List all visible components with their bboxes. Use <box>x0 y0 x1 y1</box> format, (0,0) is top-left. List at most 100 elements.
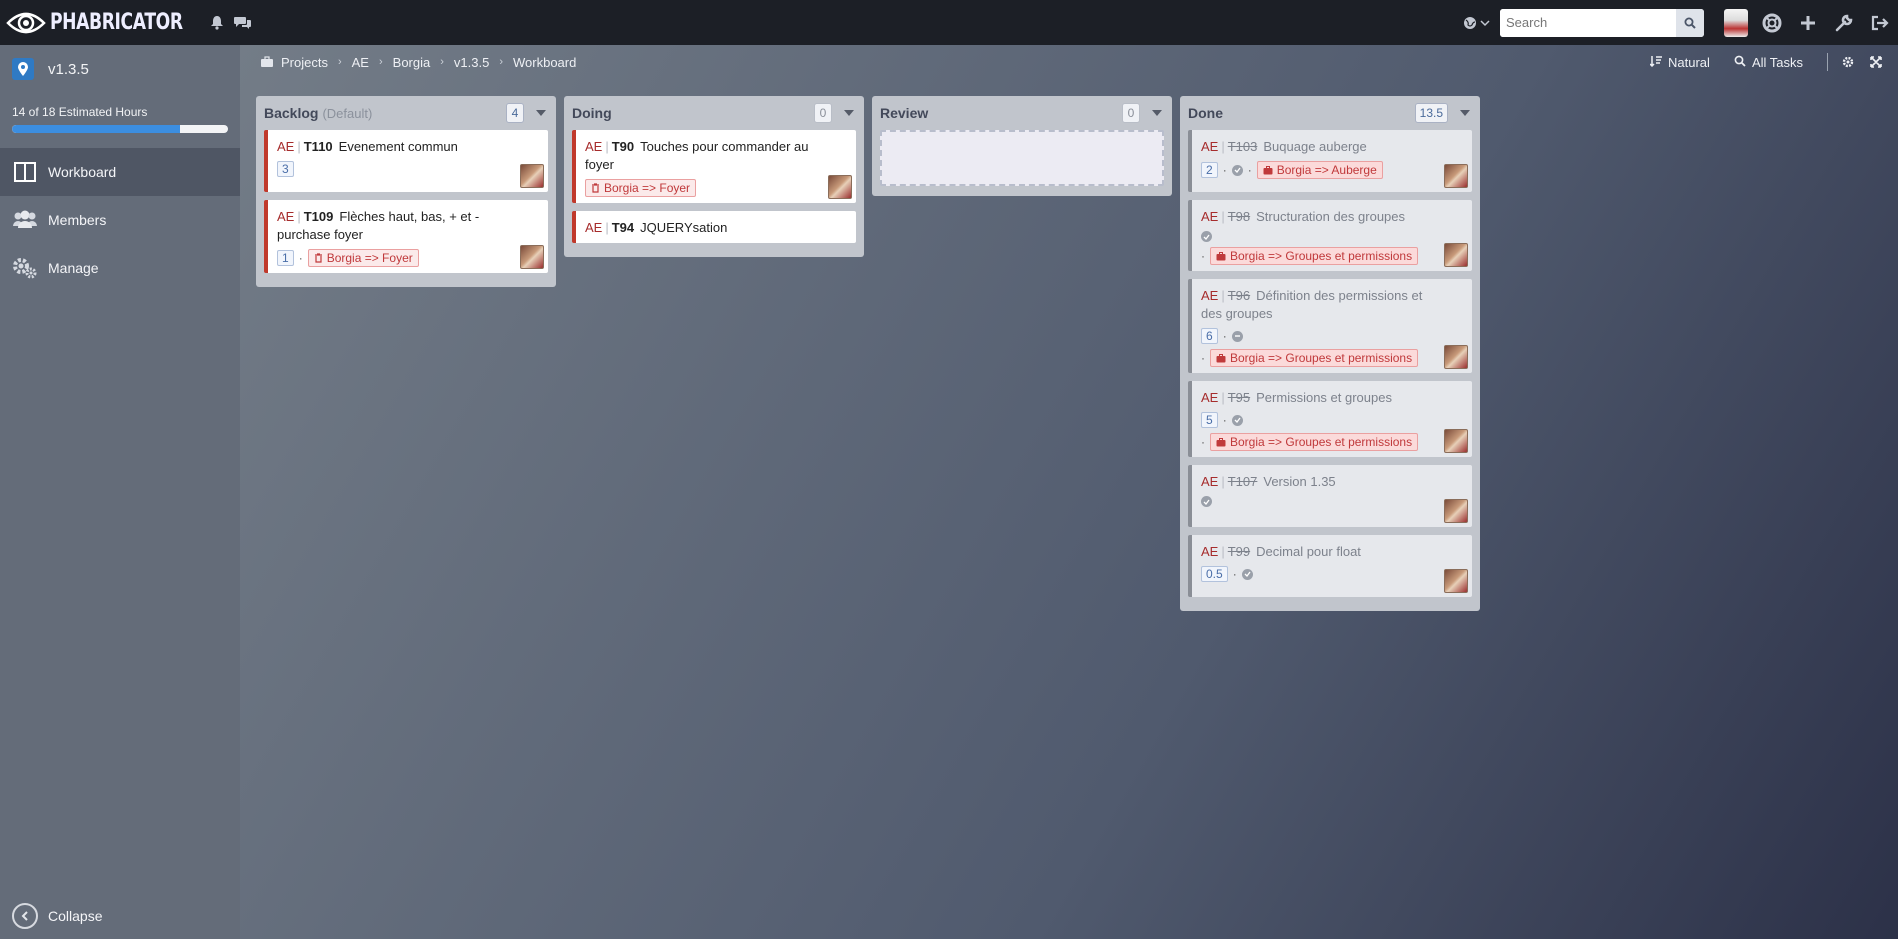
card-project-tag-badge[interactable]: Borgia => Auberge <box>1256 161 1383 179</box>
card-project-label: Borgia => Foyer <box>326 251 413 265</box>
card-task-id: T96 <box>1227 288 1251 303</box>
column-title: Doing <box>572 105 612 121</box>
column-header[interactable]: Backlog (Default) 4 <box>256 96 556 130</box>
task-card-t110[interactable]: AE | T110 Evenement commun 3 <box>264 130 548 192</box>
column-menu-caret-icon[interactable] <box>536 110 546 116</box>
fullscreen-expand-icon[interactable] <box>1870 56 1882 68</box>
breadcrumb-projects[interactable]: Projects <box>260 55 328 70</box>
collapse-label: Collapse <box>48 908 103 924</box>
resolved-check-icon <box>1231 164 1243 176</box>
card-project-label: Borgia => Groupes et permissions <box>1230 249 1413 263</box>
breadcrumb-label: Projects <box>281 54 328 70</box>
task-card-t98[interactable]: AE | T98 Structuration des groupes · Borgia … <box>1188 200 1472 271</box>
logout-icon[interactable] <box>1862 0 1898 45</box>
search-button[interactable] <box>1676 8 1704 37</box>
column-header[interactable]: Done 13.5 <box>1180 96 1480 130</box>
search-icon <box>1734 55 1746 70</box>
card-points: 3 <box>277 161 294 177</box>
column-menu-caret-icon[interactable] <box>1460 110 1470 116</box>
card-project-tag-badge[interactable]: Borgia => Groupes et permissions <box>1210 349 1419 367</box>
empty-drop-zone[interactable] <box>880 130 1164 186</box>
resolved-check-icon <box>1201 231 1212 242</box>
column-title: Review <box>880 105 929 121</box>
assignee-avatar <box>828 175 852 199</box>
home-logo[interactable]: PHABRICATOR <box>6 0 220 45</box>
collapse-sidebar-button[interactable]: Collapse <box>12 903 102 929</box>
gear-icon[interactable] <box>1842 56 1854 68</box>
sidebar-item-label: Manage <box>48 260 99 276</box>
trash-icon <box>314 253 323 263</box>
sidebar: v1.3.5 14 of 18 Estimated Hours Workboar… <box>0 45 240 939</box>
help-lifebuoy-icon[interactable] <box>1754 0 1790 45</box>
sidebar-item-label: Workboard <box>48 164 117 180</box>
card-project-tag: AE <box>1201 544 1219 559</box>
column-menu-caret-icon[interactable] <box>844 110 854 116</box>
briefcase-icon <box>1216 251 1226 261</box>
briefcase-icon <box>1216 437 1226 447</box>
column-menu-caret-icon[interactable] <box>1152 110 1162 116</box>
card-title: Permissions et groupes <box>1256 390 1392 405</box>
column-points-count: 0 <box>1122 103 1140 123</box>
breadcrumb-ae[interactable]: AE <box>352 55 369 70</box>
briefcase-icon <box>1216 353 1226 363</box>
task-card-t99[interactable]: AE | T99 Decimal pour float 0.5 · <box>1188 535 1472 597</box>
task-card-t96[interactable]: AE | T96 Définition des permissions et des … <box>1188 279 1472 373</box>
column-done: Done 13.5 AE | T103 Buquage auberge 2 · · Borg… <box>1180 96 1480 611</box>
sidebar-item-manage[interactable]: Manage <box>0 244 240 292</box>
divider <box>1827 53 1828 71</box>
column-points-count: 4 <box>506 103 524 123</box>
user-avatar[interactable] <box>1718 0 1754 45</box>
card-points: 6 <box>1201 328 1218 344</box>
sidebar-item-workboard[interactable]: Workboard <box>0 148 240 196</box>
task-card-t95[interactable]: AE | T95 Permissions et groupes 5 · · Borgia … <box>1188 381 1472 457</box>
task-card-t107[interactable]: AE | T107 Version 1.35 <box>1188 465 1472 527</box>
create-plus-icon[interactable] <box>1790 0 1826 45</box>
column-title: Backlog <box>264 105 319 121</box>
card-task-id: T109 <box>303 209 334 224</box>
column-header[interactable]: Review 0 <box>872 96 1172 130</box>
chevron-left-icon <box>12 903 38 929</box>
filter-button[interactable]: All Tasks <box>1734 55 1803 70</box>
search-input[interactable] <box>1500 8 1676 37</box>
sidebar-item-members[interactable]: Members <box>0 196 240 244</box>
card-project-label: Borgia => Groupes et permissions <box>1230 351 1413 365</box>
map-pin-icon <box>12 58 34 80</box>
language-globe-icon[interactable] <box>1463 16 1490 30</box>
workboard-columns-icon <box>12 159 38 185</box>
manage-gears-icon <box>12 255 38 281</box>
card-project-tag-badge[interactable]: Borgia => Foyer <box>307 249 419 267</box>
settings-wrench-icon[interactable] <box>1826 0 1862 45</box>
assignee-avatar <box>1444 499 1468 523</box>
project-header[interactable]: v1.3.5 <box>0 45 240 93</box>
notifications-bell-icon[interactable] <box>206 12 228 34</box>
column-points-count: 0 <box>814 103 832 123</box>
card-task-id: T90 <box>611 139 635 154</box>
card-project-tag: AE <box>1201 139 1219 154</box>
resolved-minus-icon <box>1231 330 1243 342</box>
breadcrumb-version[interactable]: v1.3.5 <box>454 55 489 70</box>
sidebar-item-label: Members <box>48 212 107 228</box>
messages-chat-icon[interactable] <box>232 12 254 34</box>
card-title: Version 1.35 <box>1263 474 1336 489</box>
card-task-id: T94 <box>611 220 635 235</box>
card-project-tag-badge[interactable]: Borgia => Groupes et permissions <box>1210 247 1419 265</box>
column-subtitle: (Default) <box>322 105 373 121</box>
card-task-id: T110 <box>303 139 333 154</box>
card-task-id: T99 <box>1227 544 1251 559</box>
sort-order-button[interactable]: Natural <box>1649 55 1710 70</box>
card-project-tag-badge[interactable]: Borgia => Groupes et permissions <box>1210 433 1419 451</box>
resolved-check-icon <box>1201 496 1212 507</box>
task-card-t103[interactable]: AE | T103 Buquage auberge 2 · · Borgia => Aube… <box>1188 130 1472 192</box>
briefcase-icon <box>261 56 273 67</box>
column-header[interactable]: Doing 0 <box>564 96 864 130</box>
breadcrumb-borgia[interactable]: Borgia <box>393 55 431 70</box>
breadcrumb-separator-icon: › <box>378 56 383 68</box>
task-card-t109[interactable]: AE | T109 Flèches haut, bas, + et - purchas… <box>264 200 548 273</box>
task-card-t94[interactable]: AE | T94 JQUERYsation <box>572 211 856 243</box>
members-users-icon <box>12 207 38 233</box>
card-project-tag-badge[interactable]: Borgia => Foyer <box>585 179 697 197</box>
sidebar-nav: Workboard Members Manage <box>0 148 240 292</box>
task-card-t90[interactable]: AE | T90 Touches pour commander au foyer Bo… <box>572 130 856 203</box>
app-wordmark: PHABRICATOR <box>50 10 183 35</box>
column-backlog: Backlog (Default) 4 AE | T110 Evenement com… <box>256 96 556 287</box>
